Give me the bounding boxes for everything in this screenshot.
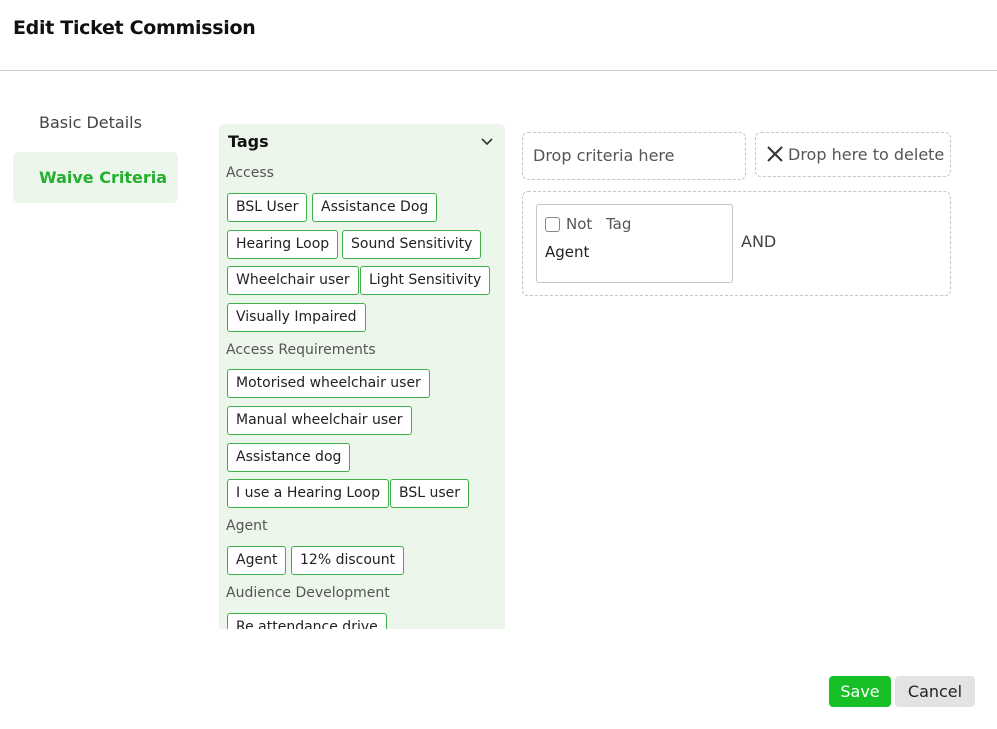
drop-delete-label: Drop here to delete xyxy=(788,145,945,164)
tag-chip[interactable]: Motorised wheelchair user xyxy=(227,369,430,398)
tag-group-label: Audience Development xyxy=(226,585,390,601)
criteria-card[interactable]: Not Tag Agent xyxy=(536,204,733,283)
save-button[interactable]: Save xyxy=(829,676,891,707)
nav-basic-details[interactable]: Basic Details xyxy=(13,97,178,148)
tag-chip[interactable]: Visually Impaired xyxy=(227,303,366,332)
tag-chip[interactable]: Re attendance drive xyxy=(227,613,387,629)
criteria-area[interactable]: Not Tag Agent AND xyxy=(522,191,951,296)
tag-chip[interactable]: Hearing Loop xyxy=(227,230,339,259)
cancel-button[interactable]: Cancel xyxy=(895,676,975,707)
chevron-down-icon[interactable] xyxy=(480,135,494,149)
tag-chip[interactable]: Sound Sensitivity xyxy=(342,230,482,259)
tag-chip[interactable]: BSL User xyxy=(227,193,308,222)
tag-chip[interactable]: Assistance dog xyxy=(227,443,351,472)
tag-chip[interactable]: Assistance Dog xyxy=(312,193,438,222)
tag-group-label: Access xyxy=(226,165,274,181)
tag-chip[interactable]: 12% discount xyxy=(291,546,405,575)
not-label: Not xyxy=(566,215,593,233)
tag-chip[interactable]: Manual wheelchair user xyxy=(227,406,412,435)
dialog-header: Edit Ticket Commission xyxy=(0,0,997,71)
tag-chip[interactable]: Light Sensitivity xyxy=(360,266,491,295)
criteria-kind: Tag xyxy=(606,215,632,233)
not-checkbox[interactable] xyxy=(545,217,560,232)
tags-panel-title: Tags xyxy=(228,132,269,151)
tag-group-label: Access Requirements xyxy=(226,342,376,358)
criteria-value: Agent xyxy=(545,243,590,261)
tag-chip[interactable]: Agent xyxy=(227,546,287,575)
nav-waive-criteria[interactable]: Waive Criteria xyxy=(13,152,178,203)
dialog-title: Edit Ticket Commission xyxy=(13,17,256,39)
close-icon xyxy=(767,146,783,162)
tag-chip[interactable]: I use a Hearing Loop xyxy=(227,479,389,508)
drop-delete-zone[interactable]: Drop here to delete xyxy=(755,132,951,177)
tags-panel: Tags Access BSL User Assistance Dog Hear… xyxy=(219,124,505,629)
and-operator[interactable]: AND xyxy=(741,232,776,251)
tag-chip[interactable]: Wheelchair user xyxy=(227,266,359,295)
tag-group-label: Agent xyxy=(226,518,268,534)
tag-chip[interactable]: BSL user xyxy=(390,479,470,508)
drop-criteria-zone[interactable]: Drop criteria here xyxy=(522,132,746,180)
